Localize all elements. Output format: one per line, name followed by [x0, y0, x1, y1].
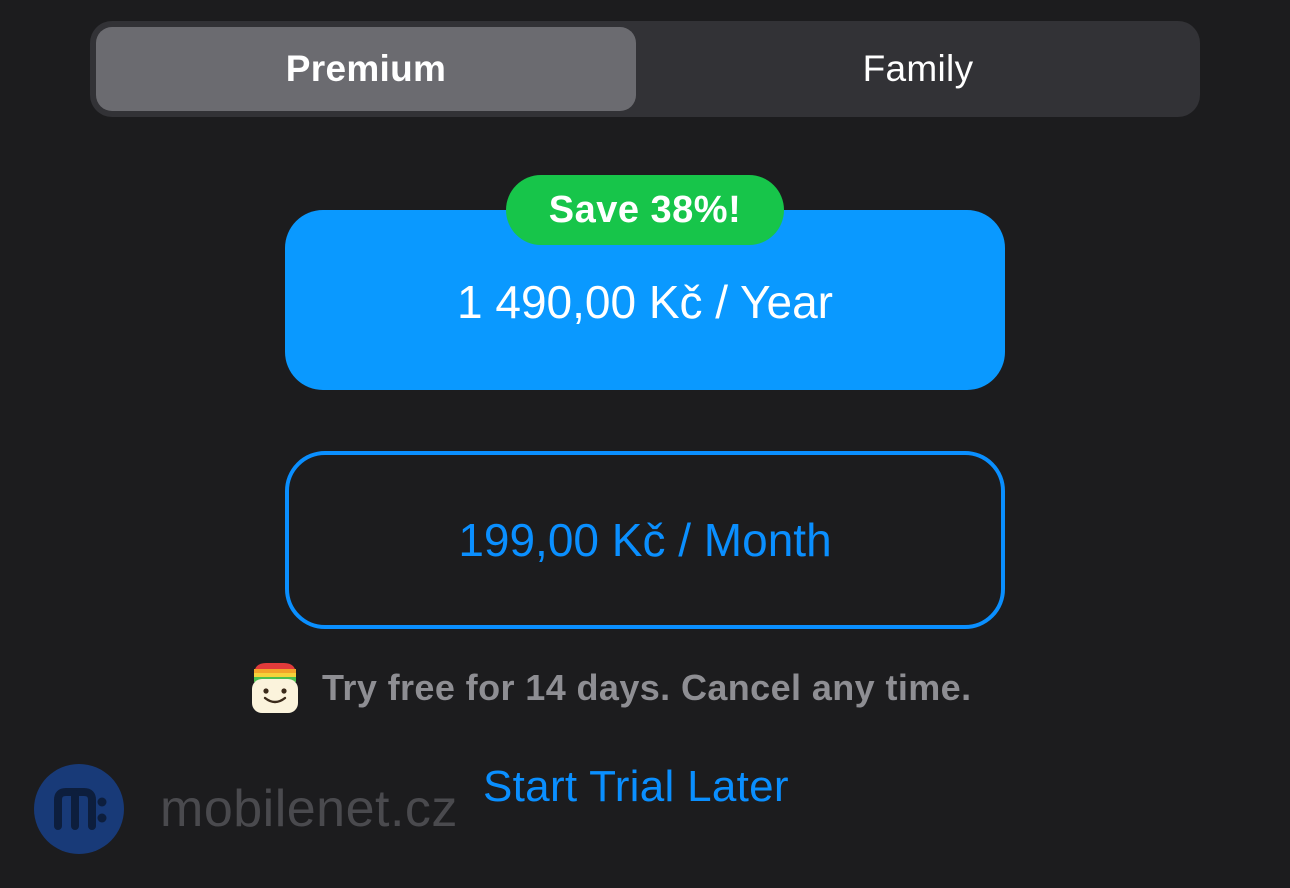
yearly-price-label: 1 490,00 Kč / Year	[457, 276, 833, 328]
plan-type-segmented-control: Premium Family	[90, 21, 1200, 117]
trial-info: Try free for 14 days. Cancel any time.	[250, 660, 972, 716]
watermark: mobilenet.cz	[34, 764, 458, 854]
monthly-price-label: 199,00 Kč / Month	[458, 514, 832, 566]
monthly-plan-button[interactable]: 199,00 Kč / Month	[285, 451, 1005, 629]
watermark-text: mobilenet.cz	[160, 780, 458, 838]
app-face-icon	[250, 661, 300, 715]
segment-family[interactable]: Family	[642, 27, 1194, 111]
segment-premium[interactable]: Premium	[96, 27, 636, 111]
save-badge: Save 38%!	[506, 175, 784, 245]
mobilenet-logo-icon	[34, 764, 124, 854]
start-trial-later-button[interactable]: Start Trial Later	[483, 762, 789, 812]
subscription-screen: Premium Family 1 490,00 Kč / Year Save 3…	[0, 0, 1290, 888]
trial-text: Try free for 14 days. Cancel any time.	[322, 667, 972, 708]
